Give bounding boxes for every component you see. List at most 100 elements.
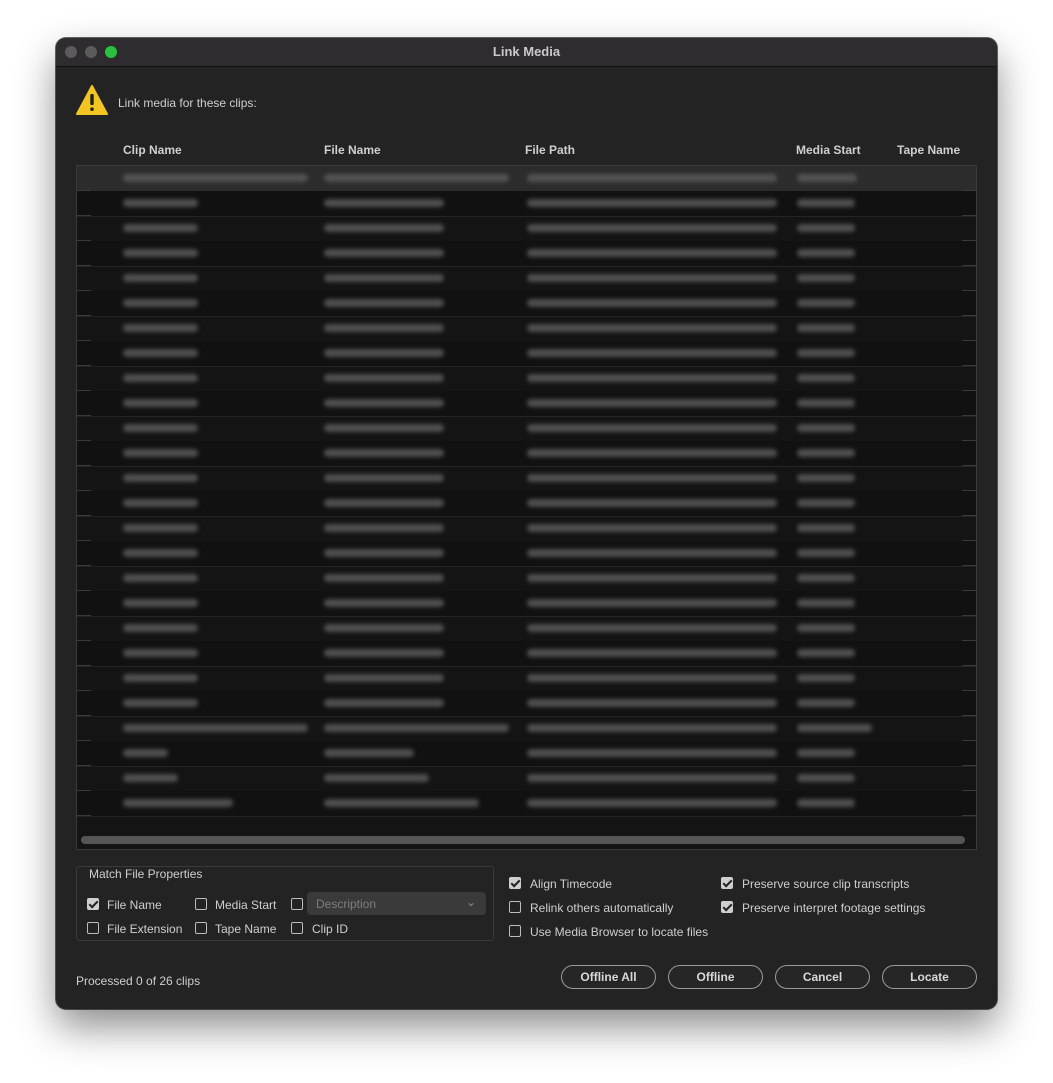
file-extension-checkbox[interactable] — [87, 922, 99, 934]
blurred-cell — [797, 599, 855, 607]
horizontal-scrollbar[interactable] — [81, 836, 965, 844]
description-dropdown[interactable]: Description ⌄ — [307, 892, 486, 915]
relink-others-label: Relink others automatically — [530, 901, 674, 915]
table-row[interactable] — [77, 466, 976, 492]
table-row[interactable] — [77, 366, 976, 392]
clip-id-checkbox[interactable] — [291, 922, 303, 934]
table-row[interactable] — [77, 216, 976, 242]
preserve-interpret-checkbox[interactable] — [721, 901, 733, 913]
table-row[interactable] — [77, 516, 976, 542]
blurred-cell — [797, 624, 855, 632]
table-row[interactable] — [77, 441, 976, 467]
table-row[interactable] — [77, 541, 976, 567]
table-row[interactable] — [77, 266, 976, 292]
description-placeholder: Description — [316, 897, 377, 911]
blurred-cell — [324, 449, 444, 457]
blurred-cell — [123, 624, 198, 632]
preserve-interpret-label: Preserve interpret footage settings — [742, 901, 926, 915]
blurred-cell — [123, 599, 198, 607]
blurred-cell — [123, 324, 198, 332]
table-row[interactable] — [77, 666, 976, 692]
blurred-cell — [797, 574, 855, 582]
blurred-cell — [123, 249, 198, 257]
description-checkbox[interactable] — [291, 898, 303, 910]
blurred-cell — [527, 599, 777, 607]
table-row[interactable] — [77, 641, 976, 667]
column-header-clip-name[interactable]: Clip Name — [123, 143, 182, 157]
blurred-cell — [123, 174, 308, 182]
blurred-cell — [123, 524, 198, 532]
tape-name-checkbox[interactable] — [195, 922, 207, 934]
table-row[interactable] — [77, 416, 976, 442]
blurred-cell — [324, 649, 444, 657]
blurred-cell — [527, 399, 777, 407]
blurred-cell — [797, 199, 855, 207]
blurred-cell — [527, 724, 777, 732]
table-row[interactable] — [77, 241, 976, 267]
blurred-cell — [527, 224, 777, 232]
table-row[interactable] — [77, 166, 976, 192]
table-row[interactable] — [77, 566, 976, 592]
clips-table[interactable] — [76, 165, 977, 850]
link-media-dialog: Link Media Link media for these clips: C… — [56, 38, 997, 1009]
column-header-media-start[interactable]: Media Start — [796, 143, 861, 157]
table-row[interactable] — [77, 391, 976, 417]
relink-others-checkbox[interactable] — [509, 901, 521, 913]
blurred-cell — [527, 499, 777, 507]
blurred-cell — [324, 499, 444, 507]
table-row[interactable] — [77, 766, 976, 792]
preserve-transcripts-label: Preserve source clip transcripts — [742, 877, 910, 891]
clip-id-label: Clip ID — [312, 922, 349, 936]
blurred-cell — [324, 574, 444, 582]
blurred-cell — [797, 699, 855, 707]
table-row[interactable] — [77, 791, 976, 817]
blurred-cell — [527, 674, 777, 682]
blurred-cell — [123, 549, 198, 557]
column-header-tape-name[interactable]: Tape Name — [897, 143, 960, 157]
table-row[interactable] — [77, 691, 976, 717]
preserve-transcripts-checkbox[interactable] — [721, 877, 733, 889]
media-start-checkbox[interactable] — [195, 898, 207, 910]
blurred-cell — [123, 349, 198, 357]
blurred-cell — [797, 799, 855, 807]
blurred-cell — [527, 324, 777, 332]
table-row[interactable] — [77, 591, 976, 617]
blurred-cell — [324, 524, 444, 532]
blurred-cell — [797, 349, 855, 357]
blurred-cell — [324, 624, 444, 632]
offline-button[interactable]: Offline — [668, 965, 763, 989]
table-row[interactable] — [77, 741, 976, 767]
blurred-cell — [527, 374, 777, 382]
column-header-file-name[interactable]: File Name — [324, 143, 381, 157]
blurred-cell — [324, 374, 444, 382]
row-divider — [77, 815, 91, 816]
blurred-cell — [324, 674, 444, 682]
table-row[interactable] — [77, 291, 976, 317]
blurred-cell — [797, 274, 855, 282]
blurred-cell — [324, 474, 444, 482]
table-row[interactable] — [77, 491, 976, 517]
table-row[interactable] — [77, 341, 976, 367]
processed-status: Processed 0 of 26 clips — [76, 974, 201, 988]
align-timecode-checkbox[interactable] — [509, 877, 521, 889]
locate-button[interactable]: Locate — [882, 965, 977, 989]
column-header-file-path[interactable]: File Path — [525, 143, 575, 157]
table-row[interactable] — [77, 716, 976, 742]
blurred-cell — [797, 174, 857, 182]
offline-all-button[interactable]: Offline All — [561, 965, 656, 989]
table-row[interactable] — [77, 616, 976, 642]
blurred-cell — [324, 599, 444, 607]
blurred-cell — [797, 299, 855, 307]
table-row[interactable] — [77, 191, 976, 217]
blurred-cell — [527, 799, 777, 807]
blurred-cell — [123, 224, 198, 232]
blurred-cell — [797, 499, 855, 507]
file-name-checkbox[interactable] — [87, 898, 99, 910]
blurred-cell — [123, 199, 198, 207]
cancel-button[interactable]: Cancel — [775, 965, 870, 989]
blurred-cell — [797, 549, 855, 557]
table-row[interactable] — [77, 316, 976, 342]
use-media-browser-checkbox[interactable] — [509, 925, 521, 937]
blurred-cell — [123, 799, 233, 807]
blurred-cell — [527, 524, 777, 532]
